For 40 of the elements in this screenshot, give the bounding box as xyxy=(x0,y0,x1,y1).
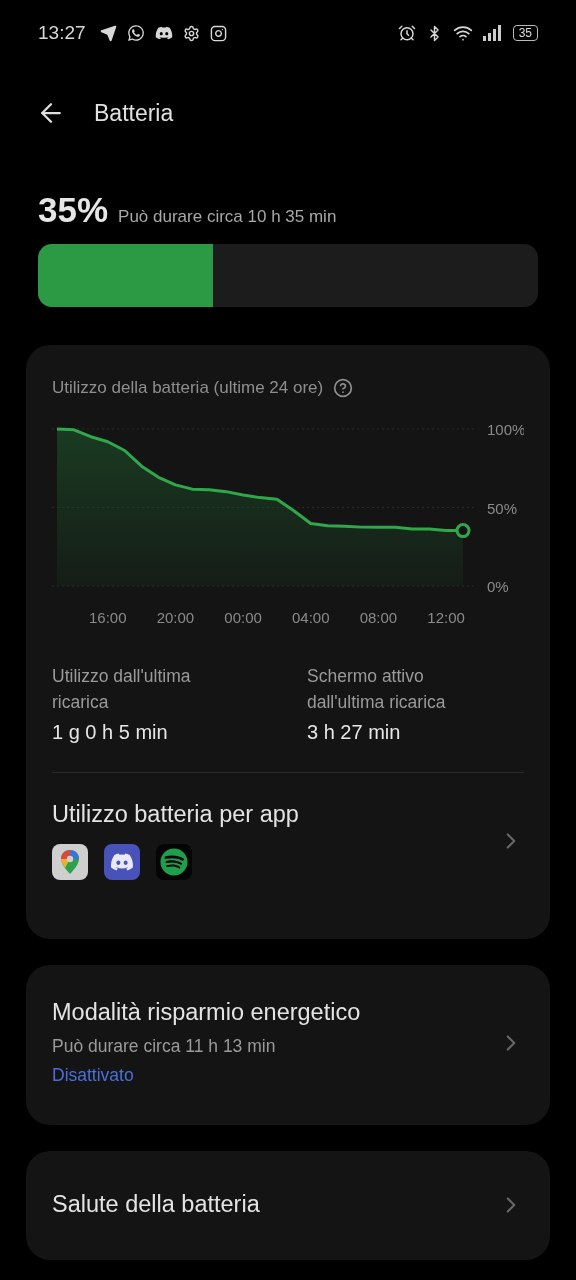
current-point-marker xyxy=(455,523,471,539)
alarm-clock-icon xyxy=(397,24,416,42)
page-title: Batteria xyxy=(94,99,174,127)
map-pin-app-icon[interactable] xyxy=(52,844,88,880)
game-controller-app-icon[interactable] xyxy=(104,844,140,880)
x-axis-label: 00:00 xyxy=(224,609,262,626)
signal-icon xyxy=(482,25,503,41)
usage-card-title: Utilizzo della batteria (ultime 24 ore) xyxy=(52,378,324,398)
stat-value: 1 g 0 h 5 min xyxy=(52,721,169,744)
y-axis-label: 100% xyxy=(487,421,524,438)
game-controller-icon xyxy=(154,24,173,42)
paper-plane-icon xyxy=(99,24,117,42)
phone-chat-icon xyxy=(126,24,145,42)
x-axis-label: 20:00 xyxy=(156,609,195,626)
y-axis-label: 0% xyxy=(487,578,509,595)
x-axis-label: 08:00 xyxy=(359,609,398,626)
row-status: Disattivato xyxy=(52,1065,135,1086)
power-saving-row[interactable]: Modalità risparmio energetico Può durare circa 11 h 13 min Disattivato xyxy=(26,965,550,1125)
battery-percentage: 35% xyxy=(38,190,109,230)
help-icon[interactable] xyxy=(333,378,354,398)
row-title: Utilizzo batteria per app xyxy=(52,801,299,828)
x-axis-label: 04:00 xyxy=(292,609,330,626)
x-axis-label: 16:00 xyxy=(89,609,127,626)
wifi-icon xyxy=(452,23,473,43)
y-axis-label: 50% xyxy=(487,499,518,517)
stat-label: Schermo attivo dall'ultima ricarica xyxy=(307,665,447,714)
camera-icon xyxy=(209,24,227,42)
battery-health-row[interactable]: Salute della batteria xyxy=(26,1151,550,1260)
sound-waves-app-icon[interactable] xyxy=(156,844,192,880)
battery-indicator: 35 xyxy=(512,25,538,41)
stat-label: Utilizzo dall'ultima ricarica xyxy=(52,665,192,714)
clock-time: 13:27 xyxy=(38,22,86,44)
battery-estimate: Può durare circa 10 h 35 min xyxy=(118,207,337,227)
x-axis-label: 12:00 xyxy=(427,609,465,626)
settings-icon xyxy=(182,24,200,42)
stat-value: 3 h 27 min xyxy=(307,721,402,744)
row-title: Salute della batteria xyxy=(52,1191,260,1218)
row-subtitle: Può durare circa 11 h 13 min xyxy=(52,1036,277,1057)
row-title: Modalità risparmio energetico xyxy=(52,999,361,1026)
app-usage-row[interactable]: Utilizzo batteria per app xyxy=(52,801,524,880)
